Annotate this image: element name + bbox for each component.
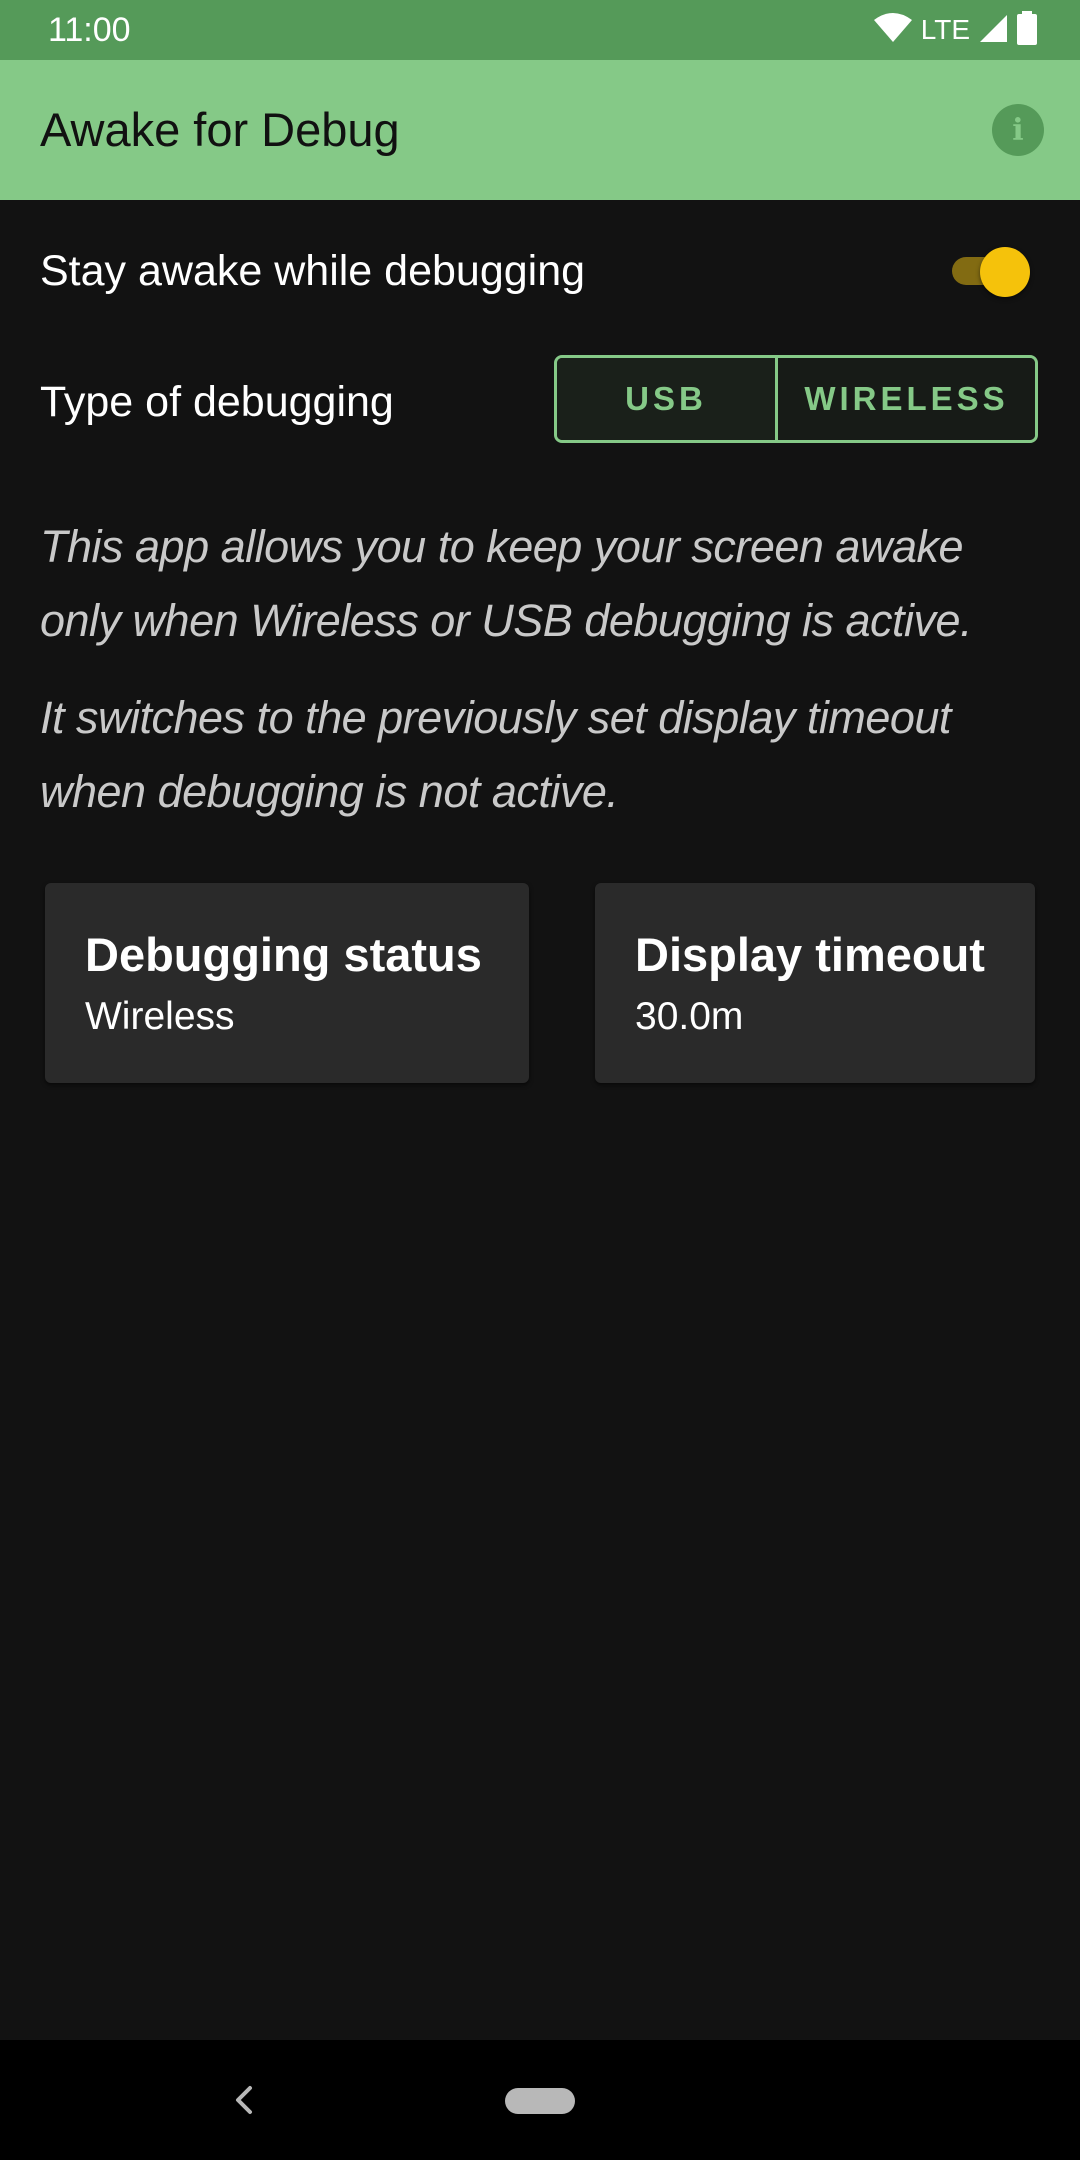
screen: 11:00 LTE Awake for Debug i Stay awake w… (0, 0, 1080, 2160)
back-icon[interactable] (222, 2078, 266, 2122)
wireless-option-button[interactable]: WIRELESS (778, 358, 1035, 440)
status-time: 11:00 (48, 11, 131, 49)
navigation-bar (0, 2040, 1080, 2160)
battery-icon (1016, 10, 1038, 50)
debugging-status-card: Debugging status Wireless (45, 883, 529, 1083)
network-type: LTE (920, 14, 970, 45)
toggle-thumb (980, 247, 1030, 297)
debug-type-selector: USB WIRELESS (554, 355, 1038, 443)
stay-awake-toggle[interactable] (950, 247, 1030, 297)
debugging-status-value: Wireless (85, 995, 235, 1038)
signal-icon (978, 13, 1008, 48)
app-bar: Awake for Debug i (0, 60, 1080, 200)
status-icons: LTE (873, 10, 1038, 50)
display-timeout-value: 30.0m (635, 995, 744, 1038)
app-title: Awake for Debug (40, 103, 400, 156)
wifi-icon (873, 12, 913, 49)
stay-awake-label: Stay awake while debugging (40, 247, 586, 295)
description-paragraph-2: It switches to the previously set displa… (40, 692, 951, 817)
status-bar: 11:00 LTE (0, 0, 1080, 60)
display-timeout-card: Display timeout 30.0m (595, 883, 1035, 1083)
info-icon[interactable]: i (992, 104, 1044, 156)
description-paragraph-1: This app allows you to keep your screen … (40, 521, 973, 646)
debug-type-label: Type of debugging (40, 378, 394, 426)
display-timeout-title: Display timeout (635, 928, 985, 981)
usb-option-button[interactable]: USB (557, 358, 778, 440)
debugging-status-title: Debugging status (85, 928, 482, 981)
home-pill-button[interactable] (505, 2088, 575, 2114)
